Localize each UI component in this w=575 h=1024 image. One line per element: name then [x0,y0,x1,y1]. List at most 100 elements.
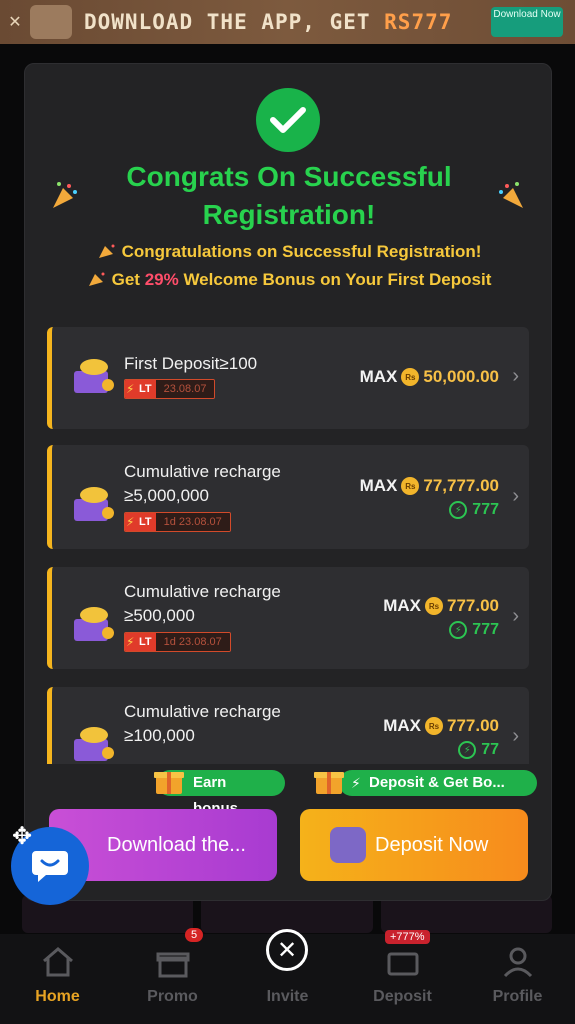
max-label: MAX [383,596,421,615]
max-label: MAX [359,367,398,386]
bonus-card-title-line2: ≥100,000 [124,726,195,745]
limited-time-tag: LT 23.08.07 [124,379,216,399]
bonus-card-title-line2: ≥500,000 [124,606,195,625]
bonus-reward: ⚡ 77 [458,741,499,759]
bonus-subline: Get 29% Welcome Bonus on Your First Depo… [25,270,551,290]
bonus-list[interactable]: First Deposit≥100 LT 23.08.07 MAX Rs 50,… [47,327,529,764]
tag-date: 1d 23.08.07 [155,513,230,531]
bonus-card-title-line2: ≥5,000,000 [124,486,209,505]
rupee-coin-icon: Rs [401,368,420,386]
lt-label: LT [125,513,156,531]
bonus-value: 77 [481,741,499,758]
bonus-card-first-deposit[interactable]: First Deposit≥100 LT 23.08.07 MAX Rs 50,… [47,327,529,429]
deposit-now-label: Deposit Now [375,833,489,856]
gift-box-icon [74,359,114,393]
bonus-card-title: Cumulative recharge ≥500,000 [124,580,281,628]
max-value: 50,000.00 [423,367,499,386]
gift-box-icon [74,607,114,641]
gift-icon [154,772,184,794]
nav-profile-label: Profile [492,988,543,1005]
deposit-now-button[interactable]: Deposit Now [300,809,528,881]
chevron-right-icon: › [512,605,519,627]
nav-deposit-label: Deposit [373,988,432,1005]
chat-bubble-icon [32,851,68,882]
bonus-card-cumulative-100k[interactable]: Cumulative recharge ≥100,000 MAX Rs 777.… [47,687,529,764]
max-reward: MAX Rs 77,777.00 [360,476,499,496]
bolt-icon: ⚡ [449,501,468,519]
banner-download-button[interactable]: Download Now [491,7,563,37]
banner-close-icon[interactable]: ✕ [0,0,30,44]
bonus-card-cumulative-5m[interactable]: Cumulative recharge ≥5,000,000 LT 1d 23.… [47,445,529,549]
chevron-right-icon: › [512,365,519,387]
chevron-right-icon: › [512,725,519,747]
bonus-text-suffix: Welcome Bonus on Your First Deposit [178,270,492,289]
limited-time-tag: LT 1d 23.08.07 [124,632,231,652]
app-logo [30,5,72,39]
congrats-subline: Congratulations on Successful Registrati… [25,242,551,262]
drag-move-icon[interactable]: ✥ [12,822,32,851]
success-check-icon [256,88,320,152]
banner-text: DOWNLOAD THE APP, GET RS777 [84,10,491,34]
rupee-coin-icon: Rs [425,717,443,735]
promo-count-badge: 5 [185,928,204,942]
max-label: MAX [359,476,398,495]
max-value: 777.00 [447,596,499,615]
bonus-value: 777 [472,621,499,638]
bonus-value: 777 [472,501,499,518]
party-popper-icon [98,244,115,258]
bolt-icon: ⚡ [351,775,361,791]
bonus-reward: ⚡ 777 [449,621,499,639]
download-app-label: Download the... [107,833,246,856]
deposit-get-bonus-pill[interactable]: ⚡ Deposit & Get Bo... [314,770,537,796]
nav-invite-label: Invite [266,988,309,1005]
gift-box-icon [74,487,114,521]
lt-label: LT [125,380,156,398]
banner-text-prefix: DOWNLOAD THE APP, GET [84,10,385,34]
bonus-card-title: Cumulative recharge ≥5,000,000 [124,460,281,508]
gift-box-icon [74,727,114,761]
bonus-card-title-line1: Cumulative recharge [124,702,281,721]
close-modal-icon[interactable]: ✕ [266,929,308,971]
registration-success-modal: Congrats On Successful Registration! Con… [24,63,552,901]
limited-time-tag: LT 1d 23.08.07 [124,512,231,532]
bonus-card-cumulative-500k[interactable]: Cumulative recharge ≥500,000 LT 1d 23.08… [47,567,529,669]
wallet-icon [383,942,423,982]
profile-icon [498,942,538,982]
bonus-card-title: First Deposit≥100 [124,354,258,373]
wallet-icon [330,827,366,863]
bonus-text-prefix: Get [111,270,145,289]
app-download-banner[interactable]: ✕ DOWNLOAD THE APP, GET RS777 Download N… [0,0,575,44]
max-label: MAX [383,716,421,735]
congrats-text: Congratulations on Successful Registrati… [121,242,482,261]
nav-promo-label: Promo [147,988,198,1005]
max-reward: MAX Rs 777.00 [383,596,499,616]
deposit-get-bonus-label: Deposit & Get Bo... [369,774,505,791]
bolt-icon: ⚡ [449,621,468,639]
party-popper-icon [88,272,105,286]
banner-amount: RS777 [384,10,453,34]
bolt-icon: ⚡ [458,741,477,759]
max-value: 777.00 [447,716,499,735]
earn-bonus-pill[interactable]: Earn bonus [154,770,285,817]
max-reward: MAX Rs 777.00 [383,716,499,736]
bonus-card-title-line1: Cumulative recharge [124,582,281,601]
modal-title: Congrats On Successful Registration! [126,161,452,230]
nav-deposit[interactable]: +777% Deposit [345,930,460,1024]
tag-date: 1d 23.08.07 [155,633,230,651]
chevron-right-icon: › [512,485,519,507]
bonus-card-title: Cumulative recharge ≥100,000 [124,700,281,748]
nav-promo[interactable]: 5 Promo [115,928,230,1024]
nav-home[interactable]: Home [0,934,115,1024]
rupee-coin-icon: Rs [425,597,443,615]
max-reward: MAX Rs 50,000.00 [360,367,499,387]
lt-label: LT [125,633,156,651]
bonus-card-title-line1: Cumulative recharge [124,462,281,481]
bonus-reward: ⚡ 777 [449,501,499,519]
nav-home-label: Home [35,988,80,1005]
home-icon [38,942,78,982]
nav-profile[interactable]: Profile [460,934,575,1024]
gift-icon [153,942,193,982]
max-value: 77,777.00 [423,476,499,495]
bonus-percent: 29% [144,270,179,289]
deposit-bonus-badge: +777% [385,930,430,944]
